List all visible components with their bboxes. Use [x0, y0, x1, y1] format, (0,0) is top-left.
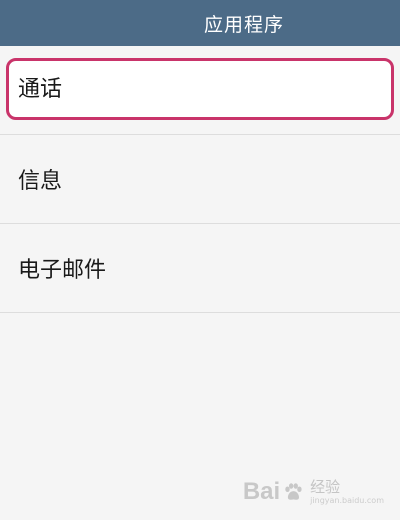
- list-item-messages[interactable]: 信息: [0, 135, 400, 224]
- watermark-subtitle: 经验 jingyan.baidu.com: [310, 477, 384, 505]
- highlight-frame: [6, 58, 394, 120]
- list-item-call[interactable]: 通话: [0, 46, 400, 135]
- watermark-logo: Bai: [243, 478, 306, 506]
- page-title: 应用程序: [203, 13, 284, 36]
- list-item-label: 电子邮件: [18, 258, 107, 283]
- watermark-url: jingyan.baidu.com: [310, 495, 384, 505]
- watermark: Bai 经验 jingyan.baidu.com: [243, 478, 384, 506]
- app-list: 通话 信息 电子邮件: [0, 46, 400, 313]
- app-screen: 应用程序 通话 信息 电子邮件 Bai 经验 jingyan.baidu.com: [0, 0, 400, 520]
- title-bar: 应用程序: [0, 0, 400, 46]
- list-item-email[interactable]: 电子邮件: [0, 224, 400, 313]
- watermark-brand-text: Bai: [242, 478, 281, 505]
- list-item-label: 信息: [18, 169, 63, 194]
- paw-icon: [285, 483, 302, 500]
- watermark-subtitle-text: 经验: [310, 477, 341, 496]
- list-item-label: 通话: [18, 77, 63, 102]
